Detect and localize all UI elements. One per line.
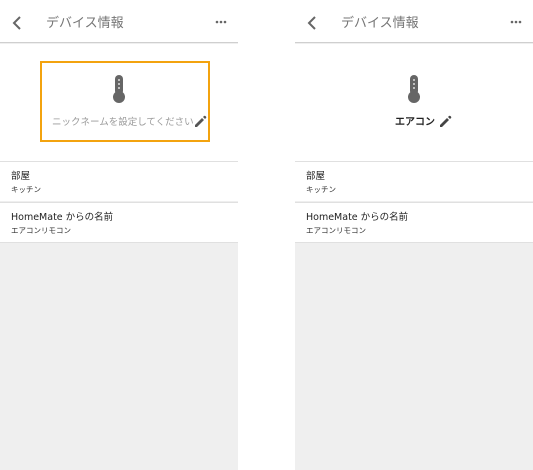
divider	[0, 242, 238, 243]
homemate-name-value: エアコンリモコン	[306, 226, 366, 235]
homemate-name-label: HomeMate からの名前	[11, 212, 114, 223]
more-horizontal-icon[interactable]	[510, 18, 522, 26]
room-row[interactable]: 部屋 キッチン	[295, 161, 533, 201]
nickname-value[interactable]: エアコン	[395, 116, 435, 130]
app-header: デバイス情報	[0, 0, 238, 43]
homemate-name-value: エアコンリモコン	[11, 226, 71, 235]
divider	[295, 242, 533, 243]
page-title: デバイス情報	[46, 16, 124, 31]
homemate-name-label: HomeMate からの名前	[306, 212, 409, 223]
more-horizontal-icon[interactable]	[215, 18, 227, 26]
device-info-screen-before: デバイス情報 ニックネームを設定してください 部屋 キッチン HomeMate …	[0, 0, 238, 470]
chevron-left-icon[interactable]	[307, 16, 317, 30]
room-value: キッチン	[11, 185, 41, 194]
room-row[interactable]: 部屋 キッチン	[0, 161, 238, 201]
app-header: デバイス情報	[295, 0, 533, 43]
homemate-name-row: HomeMate からの名前 エアコンリモコン	[0, 202, 238, 242]
homemate-name-row: HomeMate からの名前 エアコンリモコン	[295, 202, 533, 242]
room-label: 部屋	[306, 171, 326, 182]
chevron-left-icon[interactable]	[12, 16, 22, 30]
pencil-icon[interactable]	[438, 115, 452, 129]
room-value: キッチン	[306, 185, 336, 194]
thermometer-icon	[408, 75, 420, 103]
nickname-placeholder: ニックネームを設定してください	[52, 117, 194, 128]
pencil-icon[interactable]	[193, 115, 207, 129]
room-label: 部屋	[11, 171, 31, 182]
page-title: デバイス情報	[341, 16, 419, 31]
device-card	[295, 44, 533, 161]
device-info-screen-after: デバイス情報 エアコン 部屋 キッチン HomeMate からの名前 エアコンリ…	[295, 0, 533, 470]
